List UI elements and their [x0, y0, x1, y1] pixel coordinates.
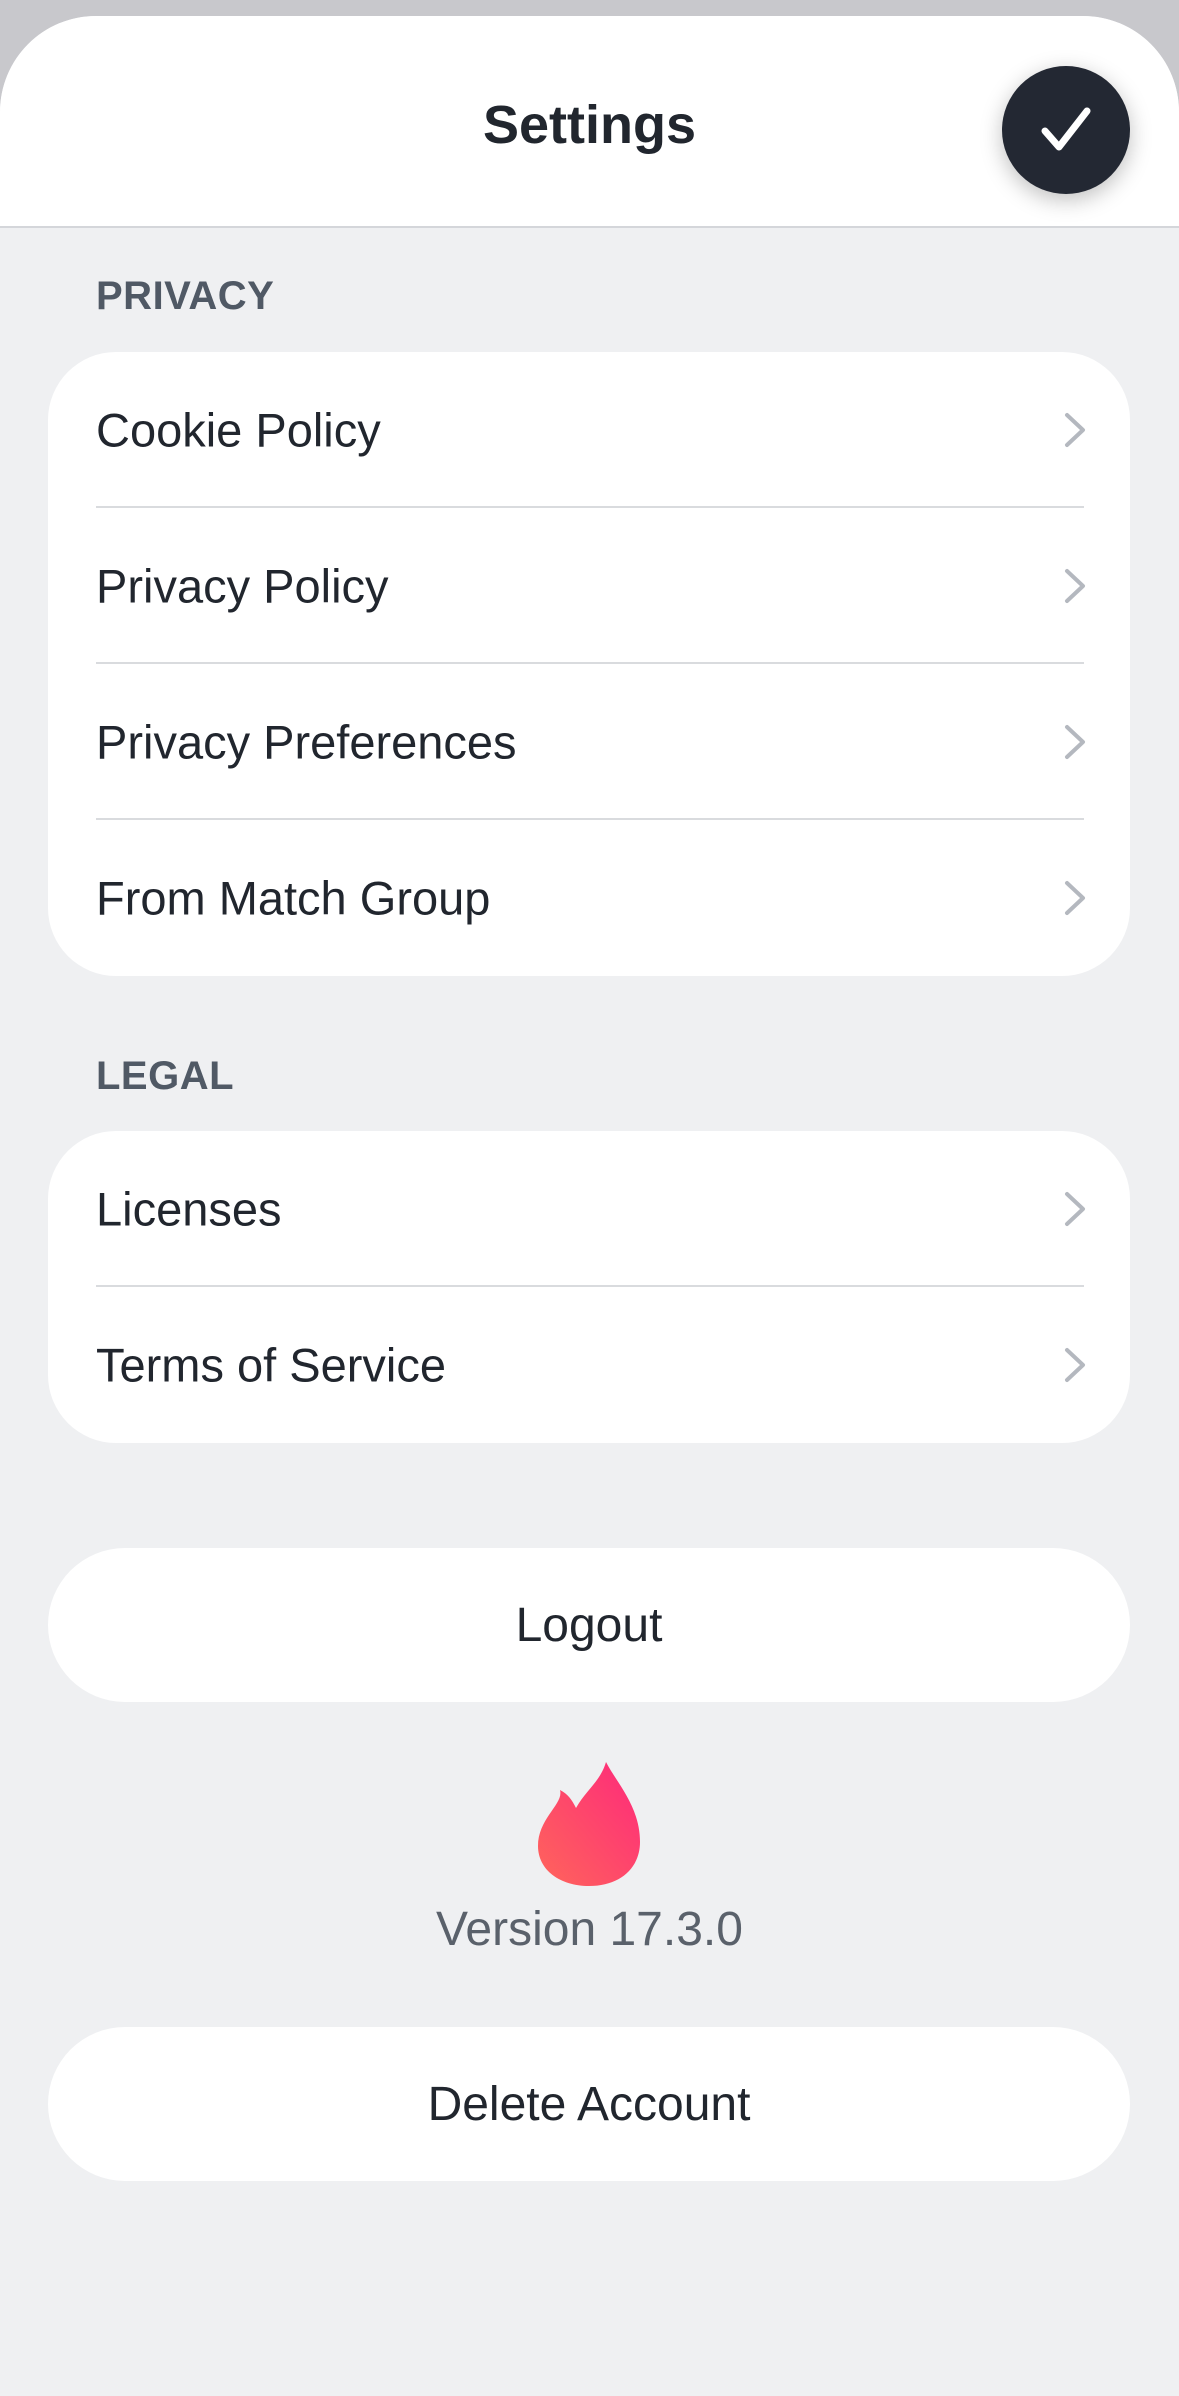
chevron-right-icon: [1065, 1348, 1085, 1382]
row-label: From Match Group: [96, 871, 491, 925]
app-version: Version 17.3.0: [436, 1903, 743, 1956]
row-label: Terms of Service: [96, 1338, 446, 1392]
logout-button[interactable]: Logout: [48, 1548, 1130, 1702]
row-label: Privacy Preferences: [96, 715, 517, 769]
checkmark-icon: [1041, 107, 1091, 151]
row-terms-of-service[interactable]: Terms of Service: [48, 1287, 1130, 1443]
row-label: Privacy Policy: [96, 559, 389, 613]
row-licenses[interactable]: Licenses: [48, 1131, 1130, 1287]
privacy-card: Cookie Policy Privacy Policy Privacy Pre…: [48, 352, 1130, 976]
chevron-right-icon: [1065, 725, 1085, 759]
chevron-right-icon: [1065, 881, 1085, 915]
chevron-right-icon: [1065, 413, 1085, 447]
settings-header: Settings: [0, 16, 1179, 228]
legal-card: Licenses Terms of Service: [48, 1131, 1130, 1443]
settings-sheet: Settings PRIVACY Cookie Policy Privacy P…: [0, 16, 1179, 2396]
row-privacy-preferences[interactable]: Privacy Preferences: [48, 664, 1130, 820]
chevron-right-icon: [1065, 569, 1085, 603]
chevron-right-icon: [1065, 1192, 1085, 1226]
done-button[interactable]: [1002, 66, 1130, 194]
row-cookie-policy[interactable]: Cookie Policy: [48, 352, 1130, 508]
row-label: Cookie Policy: [96, 403, 381, 457]
row-privacy-policy[interactable]: Privacy Policy: [48, 508, 1130, 664]
row-from-match-group[interactable]: From Match Group: [48, 820, 1130, 976]
delete-account-button[interactable]: Delete Account: [48, 2027, 1130, 2181]
section-label-privacy: PRIVACY: [96, 274, 275, 318]
flame-icon: [538, 1762, 640, 1886]
row-label: Licenses: [96, 1182, 282, 1236]
section-label-legal: LEGAL: [96, 1054, 235, 1098]
